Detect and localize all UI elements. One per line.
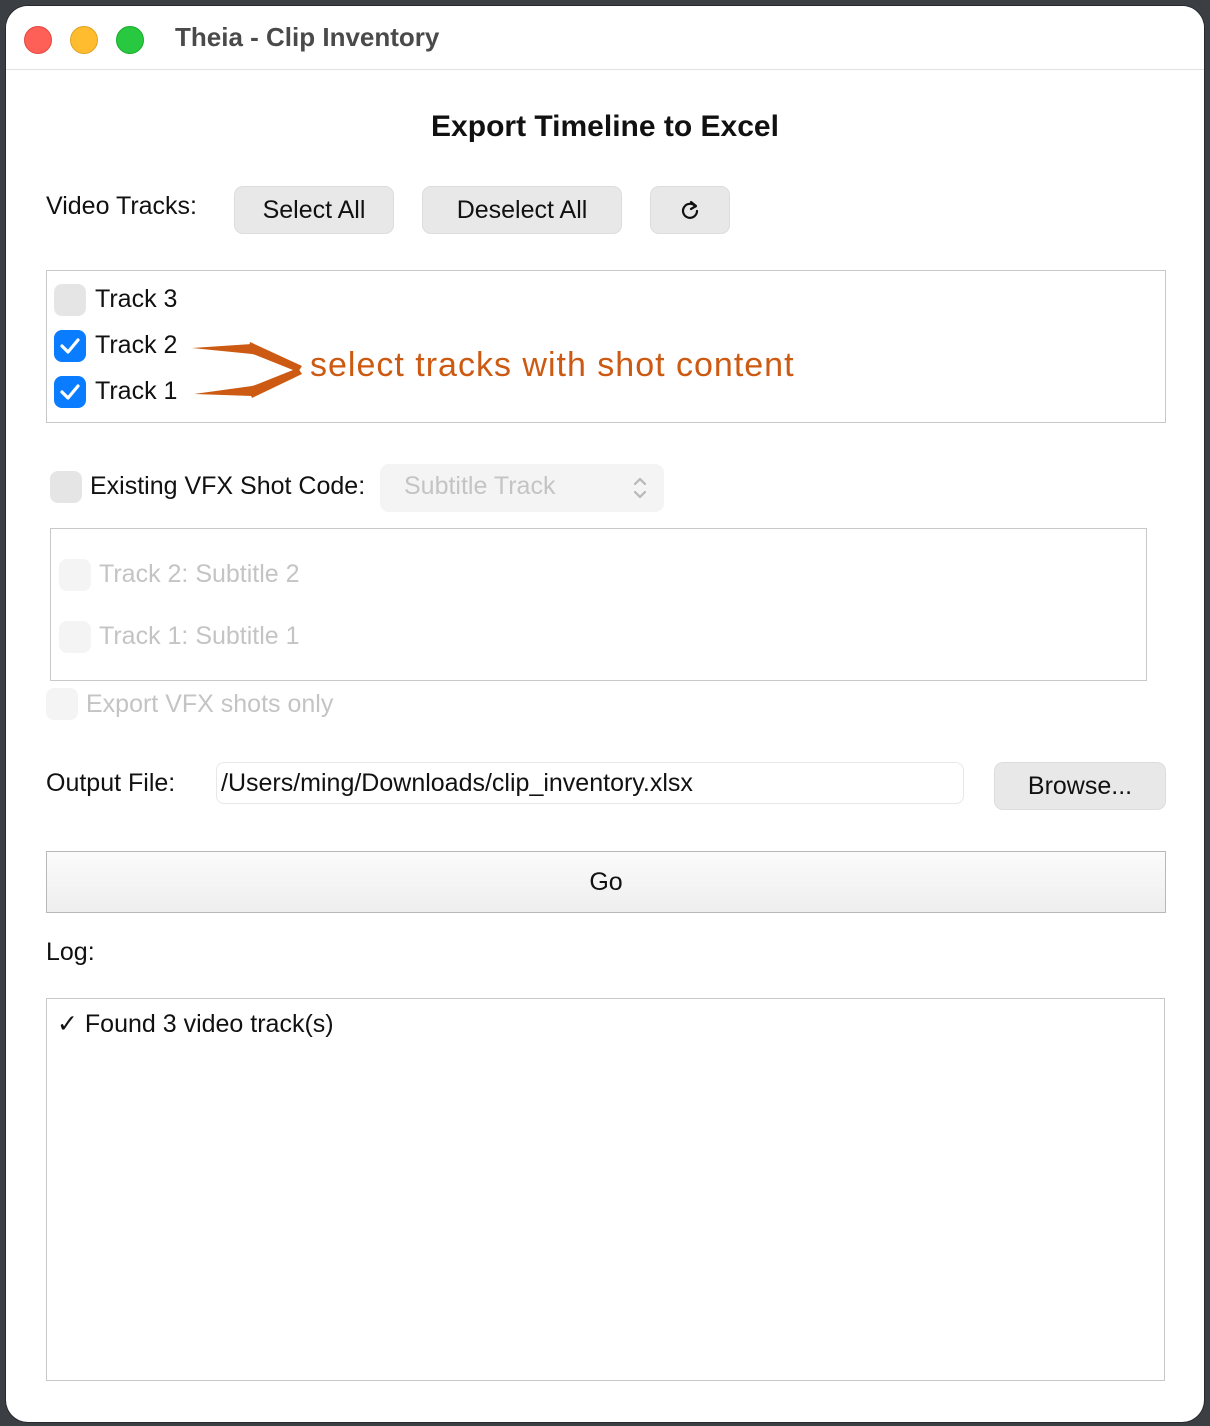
refresh-button[interactable]: [650, 186, 730, 234]
output-file-value: /Users/ming/Downloads/clip_inventory.xls…: [221, 769, 693, 797]
export-vfx-only-label: Export VFX shots only: [86, 690, 334, 718]
subtitle-track-2-label: Track 2: Subtitle 2: [99, 560, 300, 588]
minimize-window-button[interactable]: [70, 26, 98, 54]
zoom-window-button[interactable]: [116, 26, 144, 54]
refresh-icon: [681, 200, 699, 219]
track-1-label: Track 1: [95, 377, 178, 405]
track-2-label: Track 2: [95, 331, 178, 359]
chevron-up-down-icon: [633, 477, 647, 499]
track-1-checkbox[interactable]: [54, 376, 86, 408]
track-3-checkbox[interactable]: [54, 284, 86, 316]
track-3-label: Track 3: [95, 285, 178, 313]
checkmark-icon: [60, 338, 80, 354]
output-file-input[interactable]: /Users/ming/Downloads/clip_inventory.xls…: [216, 762, 964, 804]
track-2-checkbox[interactable]: [54, 330, 86, 362]
app-window: Theia - Clip Inventory Export Timeline t…: [6, 6, 1204, 1422]
go-button[interactable]: Go: [46, 851, 1166, 913]
subtitle-track-select-value: Subtitle Track: [404, 472, 556, 500]
log-panel[interactable]: ✓ Found 3 video track(s): [46, 998, 1165, 1381]
checkmark-icon: [60, 384, 80, 400]
output-file-label: Output File:: [46, 769, 176, 797]
browse-button[interactable]: Browse...: [994, 762, 1166, 810]
annotation-text: select tracks with shot content: [310, 346, 795, 384]
log-line: ✓ Found 3 video track(s): [57, 1010, 334, 1038]
subtitle-track-2-checkbox[interactable]: [59, 559, 91, 591]
subtitle-track-1-checkbox[interactable]: [59, 621, 91, 653]
close-window-button[interactable]: [24, 26, 52, 54]
subtitle-track-select[interactable]: Subtitle Track: [380, 464, 664, 512]
vfx-shot-code-label: Existing VFX Shot Code:: [90, 472, 366, 500]
title-bar[interactable]: Theia - Clip Inventory: [6, 6, 1204, 70]
deselect-all-button[interactable]: Deselect All: [422, 186, 622, 234]
subtitle-track-list: Track 2: Subtitle 2 Track 1: Subtitle 1: [50, 528, 1147, 681]
select-all-button[interactable]: Select All: [234, 186, 394, 234]
log-label: Log:: [46, 938, 95, 966]
page-title: Export Timeline to Excel: [431, 110, 779, 143]
subtitle-track-1-label: Track 1: Subtitle 1: [99, 622, 300, 650]
export-vfx-only-checkbox[interactable]: [46, 688, 78, 720]
video-tracks-label: Video Tracks:: [46, 192, 198, 220]
vfx-shot-code-checkbox[interactable]: [50, 471, 82, 503]
window-title: Theia - Clip Inventory: [175, 22, 440, 52]
annotation-arrows: [192, 342, 302, 398]
